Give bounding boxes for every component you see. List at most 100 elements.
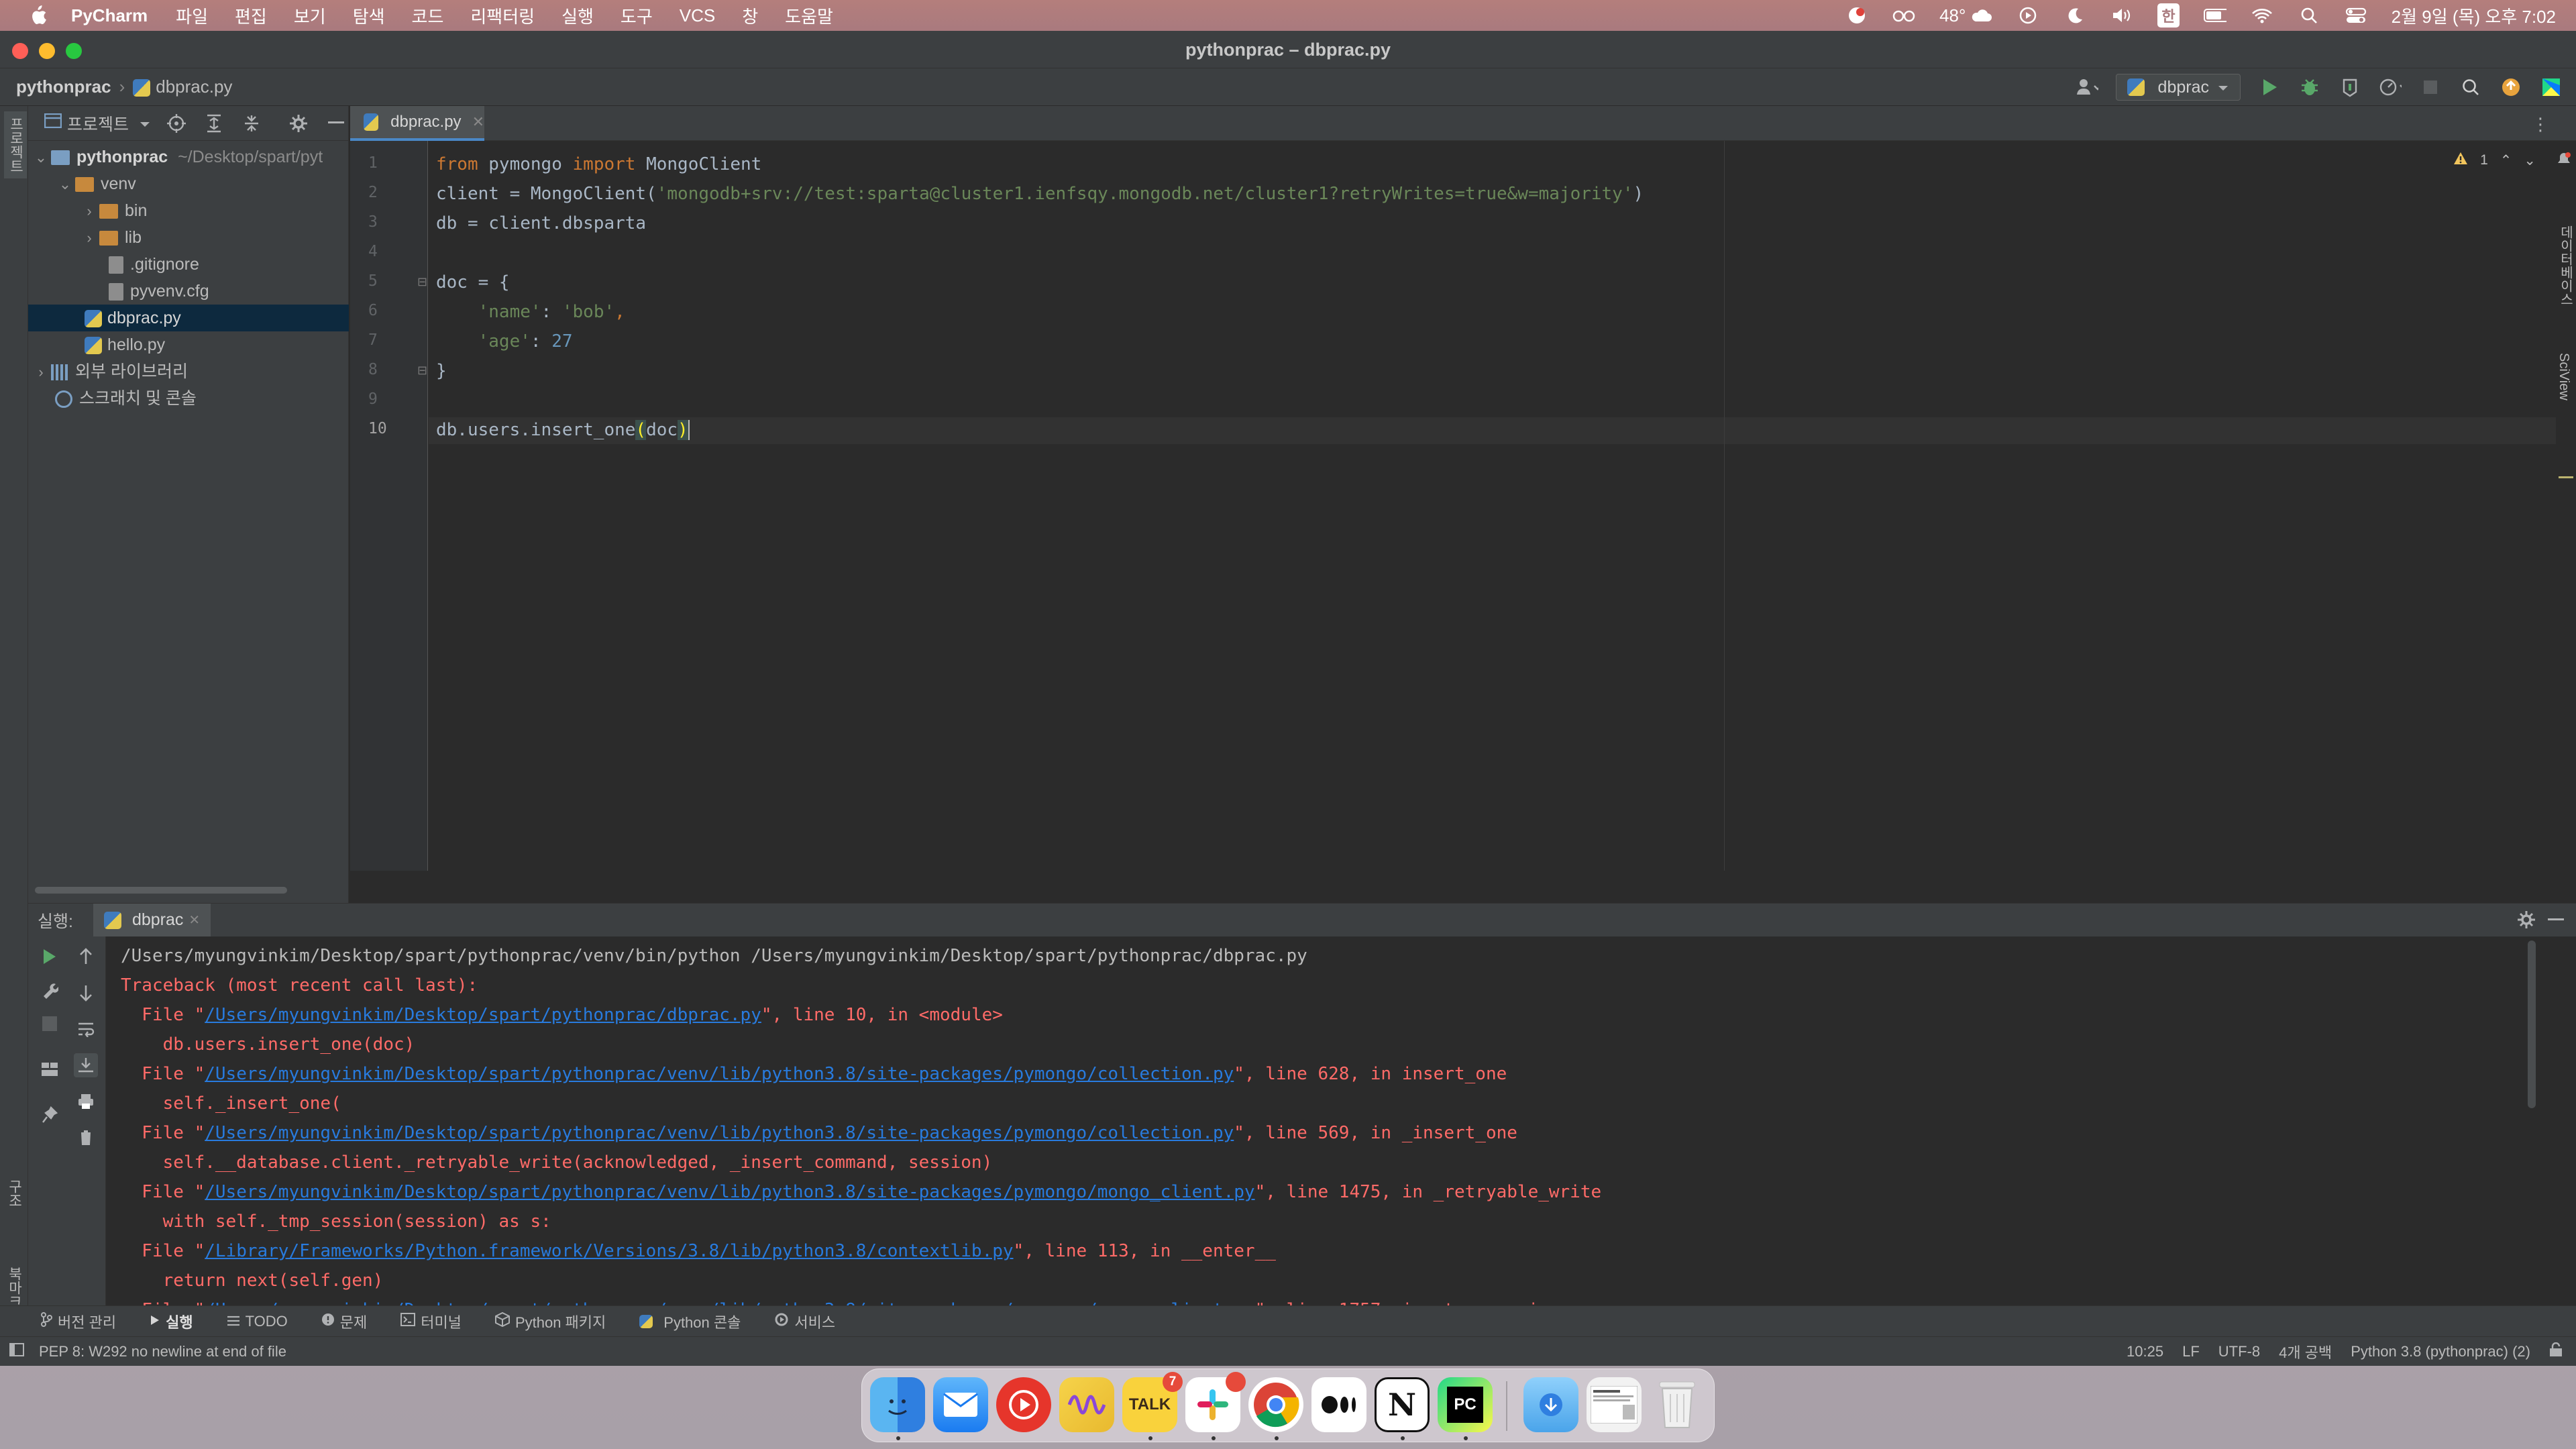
tree-item-external-libraries[interactable]: › 외부 라이브러리 — [28, 358, 349, 385]
recording-icon[interactable] — [1845, 4, 1868, 27]
menu-edit[interactable]: 편집 — [235, 3, 267, 28]
rerun-icon[interactable] — [38, 945, 62, 969]
control-center-icon[interactable] — [2345, 4, 2367, 27]
console-file-link[interactable]: /Users/myungvinkim/Desktop/spart/pythonp… — [205, 1123, 1234, 1143]
glasses-icon[interactable] — [1892, 4, 1915, 27]
finder-icon[interactable] — [870, 1377, 925, 1432]
slack-icon[interactable] — [1185, 1372, 1246, 1432]
wifi-icon[interactable] — [2251, 4, 2273, 27]
caret-position[interactable]: 10:25 — [2127, 1343, 2163, 1360]
project-tool-tab[interactable]: 프로젝트 — [4, 111, 27, 178]
warning-stripe-marker[interactable] — [2559, 476, 2573, 478]
downloads-folder-icon[interactable] — [1523, 1377, 1578, 1432]
tree-item-hello-py[interactable]: hello.py — [28, 331, 349, 358]
menu-vcs[interactable]: VCS — [680, 5, 715, 26]
wrench-icon[interactable] — [38, 978, 62, 1002]
weather-temperature[interactable]: 48° — [1939, 4, 1992, 27]
battery-icon[interactable] — [2203, 4, 2226, 27]
profile-dropdown-icon[interactable] — [2379, 76, 2402, 99]
search-everywhere-icon[interactable] — [2459, 76, 2482, 99]
status-message[interactable]: PEP 8: W292 no newline at end of file — [39, 1343, 286, 1360]
input-source-indicator[interactable]: 한 — [2157, 3, 2180, 28]
trash-icon[interactable] — [74, 1126, 98, 1150]
tool-tab-python-console[interactable]: Python 콘솔 — [639, 1311, 741, 1332]
run-icon[interactable] — [2258, 76, 2281, 99]
console-file-link[interactable]: /Users/myungvinkim/Desktop/spart/pythonp… — [205, 1005, 761, 1025]
menu-refactor[interactable]: 리팩터링 — [470, 3, 535, 28]
scroll-to-end-icon[interactable] — [74, 1053, 98, 1077]
volume-icon[interactable] — [2110, 4, 2133, 27]
close-tab-icon[interactable]: ✕ — [472, 113, 484, 131]
mail-icon[interactable] — [933, 1377, 988, 1432]
code-editor[interactable]: from pymongo import MongoClient client =… — [429, 141, 2576, 871]
user-dropdown-icon[interactable] — [2076, 76, 2098, 99]
minimize-window-button[interactable] — [39, 43, 55, 59]
inspection-widget[interactable]: 1 ⌃ ⌄ — [2453, 152, 2536, 169]
stop-icon[interactable] — [2419, 76, 2442, 99]
structure-tool-tab[interactable]: 구조 — [4, 1179, 24, 1208]
chevron-down-icon[interactable]: ⌄ — [31, 144, 51, 171]
coverage-icon[interactable] — [2339, 76, 2361, 99]
console-file-link[interactable]: /Users/myungvinkim/Desktop/spart/pythonp… — [205, 1064, 1234, 1084]
medium-icon[interactable] — [1311, 1377, 1366, 1432]
notion-icon[interactable]: N — [1375, 1377, 1430, 1432]
clock-text[interactable]: 2월 9일 (목) 오후 7:02 — [2392, 3, 2556, 28]
tool-tab-todo[interactable]: TODO — [227, 1313, 288, 1330]
line-separator[interactable]: LF — [2182, 1343, 2200, 1360]
chevron-down-icon[interactable]: ⌄ — [2524, 152, 2536, 169]
scroll-up-icon[interactable] — [74, 945, 98, 969]
more-options-icon[interactable]: ⋮ — [2532, 114, 2549, 135]
play-circle-icon[interactable] — [2017, 4, 2039, 27]
menu-run[interactable]: 실행 — [561, 3, 594, 28]
print-icon[interactable] — [74, 1089, 98, 1114]
menu-file[interactable]: 파일 — [176, 3, 208, 28]
waveform-app-icon[interactable] — [1059, 1377, 1114, 1432]
status-panel-toggle-icon[interactable] — [9, 1342, 24, 1360]
project-horizontal-scrollbar[interactable] — [35, 887, 287, 894]
stop-icon[interactable] — [38, 1012, 62, 1036]
apple-menu-icon[interactable] — [24, 2, 51, 29]
tree-item-dbprac-py[interactable]: dbprac.py — [28, 305, 349, 331]
chevron-right-icon[interactable]: › — [79, 198, 99, 225]
expand-all-icon[interactable] — [203, 112, 225, 135]
chevron-down-icon[interactable]: ⌄ — [55, 171, 75, 198]
menu-navigate[interactable]: 탐색 — [353, 3, 385, 28]
console-file-link[interactable]: /Users/myungvinkim/Desktop/spart/pythonp… — [205, 1182, 1254, 1202]
tool-tab-services[interactable]: 서비스 — [774, 1311, 835, 1332]
database-tool-tab[interactable]: 데이터베이스 — [2556, 225, 2575, 306]
layout-icon[interactable] — [38, 1057, 62, 1081]
run-tab-dbprac[interactable]: dbprac ✕ — [93, 903, 211, 937]
chevron-up-icon[interactable]: ⌃ — [2500, 152, 2512, 169]
tool-tab-problems[interactable]: 문제 — [321, 1311, 367, 1332]
scroll-down-icon[interactable] — [74, 981, 98, 1005]
moon-icon[interactable] — [2063, 4, 2086, 27]
file-encoding[interactable]: UTF-8 — [2218, 1343, 2260, 1360]
bookmarks-tool-tab[interactable]: 북마크 — [4, 1267, 24, 1309]
tree-item-pyvenv-cfg[interactable]: pyvenv.cfg — [28, 278, 349, 305]
console-scroll-thumb[interactable] — [2528, 941, 2536, 1108]
tool-tab-python-packages[interactable]: Python 패키지 — [494, 1311, 606, 1332]
pin-icon[interactable] — [38, 1103, 62, 1127]
settings-gear-icon[interactable] — [287, 112, 310, 135]
zoom-window-button[interactable] — [66, 43, 82, 59]
chevron-right-icon[interactable]: › — [31, 359, 51, 386]
update-icon[interactable] — [2500, 76, 2522, 99]
menu-window[interactable]: 창 — [742, 3, 758, 28]
breadcrumb-project[interactable]: pythonprac — [16, 76, 111, 97]
run-configuration-selector[interactable]: dbprac — [2115, 74, 2241, 101]
sciview-tool-tab[interactable]: SciView — [2556, 353, 2571, 400]
indent-setting[interactable]: 4개 공백 — [2279, 1341, 2332, 1362]
soft-wrap-icon[interactable] — [74, 1017, 98, 1041]
kakaotalk-icon[interactable]: TALK 7 — [1122, 1372, 1183, 1432]
debug-icon[interactable] — [2298, 76, 2321, 99]
tree-item-venv[interactable]: ⌄ venv — [28, 170, 349, 197]
pycharm-icon[interactable]: PC — [1438, 1377, 1493, 1432]
menu-tools[interactable]: 도구 — [621, 3, 653, 28]
hide-panel-icon[interactable] — [2548, 918, 2564, 920]
fold-marker-icon[interactable]: ⊟ — [417, 364, 427, 378]
tool-tab-terminal[interactable]: 터미널 — [400, 1311, 462, 1332]
close-tab-icon[interactable]: ✕ — [189, 912, 200, 928]
editor-tab-dbprac[interactable]: dbprac.py ✕ — [350, 106, 484, 141]
tree-item-project-root[interactable]: ⌄ pythonprac ~/Desktop/spart/pyt — [28, 144, 349, 170]
project-view-selector[interactable]: 프로젝트 — [44, 111, 150, 136]
